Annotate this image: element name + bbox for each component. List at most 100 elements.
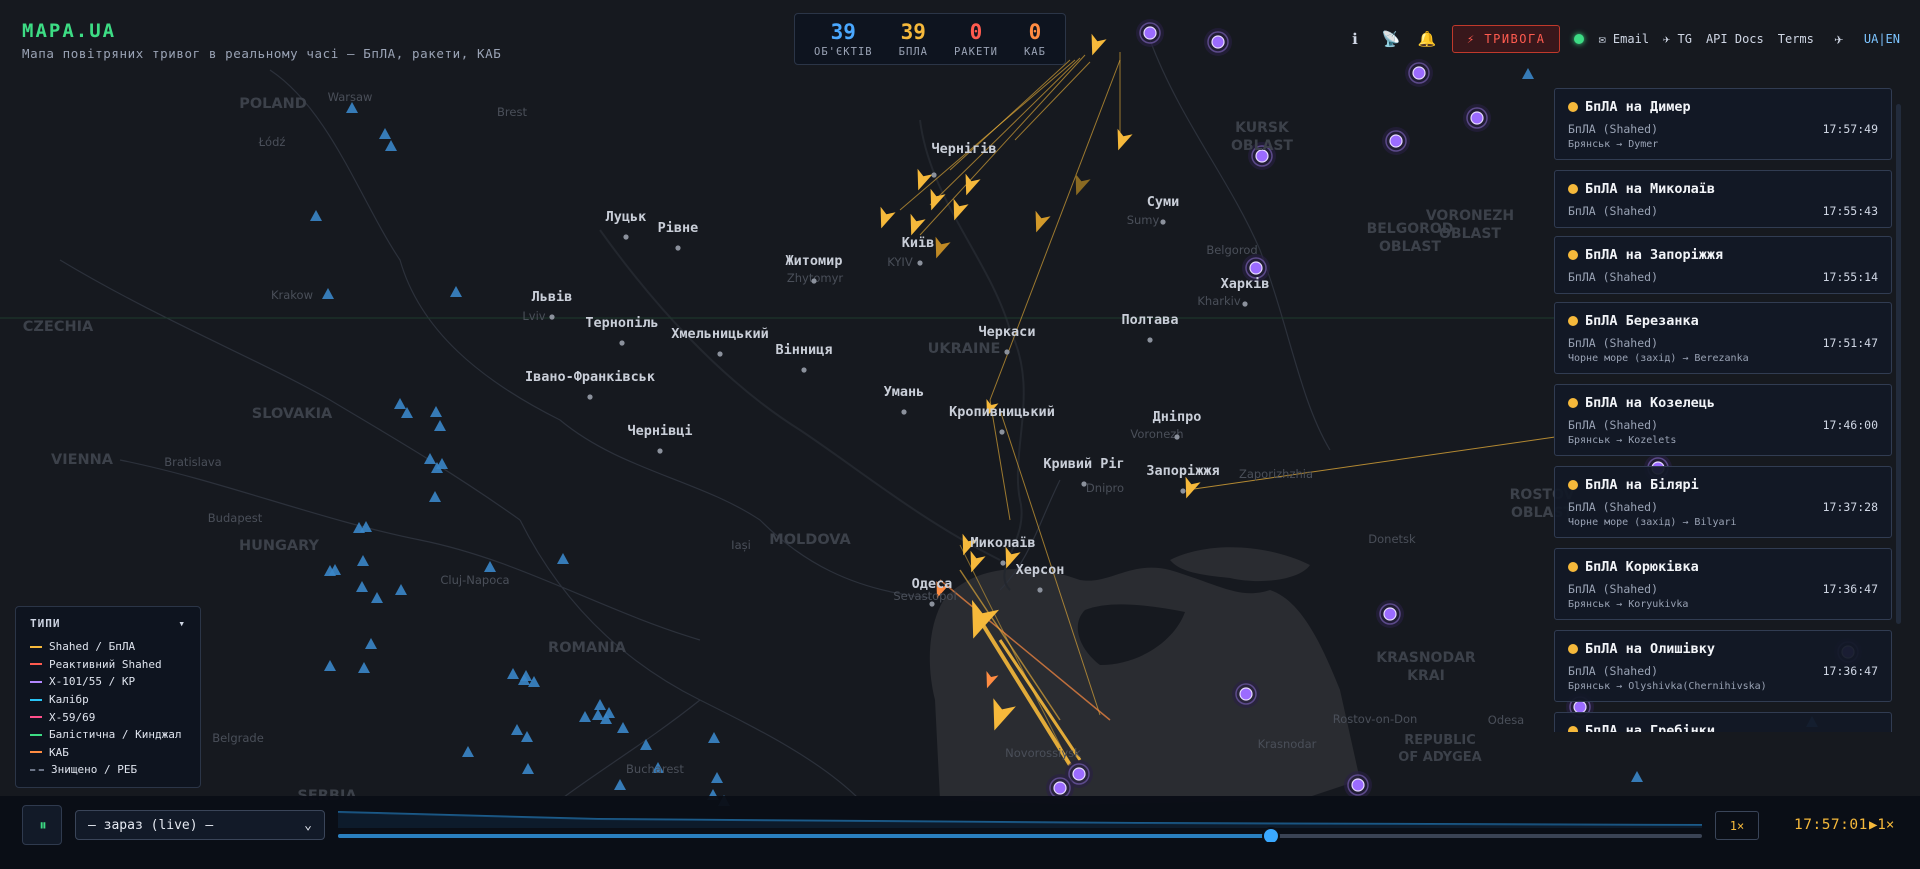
drone-status-dot	[1568, 480, 1578, 490]
place-label: KYIV	[887, 255, 913, 269]
feed-item-route: Чорне море (захід) → Bilyari	[1568, 517, 1737, 528]
city-label: Вінниця	[776, 342, 833, 358]
drone-status-dot	[1568, 644, 1578, 654]
legend-swatch	[30, 716, 42, 719]
email-link[interactable]: ✉ Email	[1598, 32, 1649, 46]
place-label: Belgorod	[1206, 243, 1257, 257]
feed-item[interactable]: БпЛА на Олишівку БпЛА (Shahed) 17:36:47 Б…	[1554, 630, 1892, 702]
legend-item-destroyed: Знищено / РЕБ	[30, 761, 186, 779]
place-label: Łódź	[258, 135, 286, 149]
stat-missiles-value: 0	[969, 19, 983, 44]
city-dot	[623, 234, 629, 240]
legend-item-kalibr: Калібр	[30, 691, 186, 709]
target-marker[interactable]	[1470, 111, 1484, 125]
city-dot	[801, 367, 807, 373]
legend-toggle-icon[interactable]: ▾	[178, 617, 186, 630]
target-marker[interactable]	[1053, 781, 1067, 795]
target-marker[interactable]	[1351, 778, 1365, 792]
city-label: Київ	[902, 235, 935, 251]
drone-status-dot	[1568, 316, 1578, 326]
legend-label: Shahed / БпЛА	[49, 640, 136, 654]
feed-item[interactable]: БпЛА на Димер БпЛА (Shahed) 17:57:49 Брян…	[1554, 88, 1892, 160]
feed-item-type: БпЛА (Shahed)	[1568, 582, 1659, 596]
target-marker[interactable]	[1389, 134, 1403, 148]
language-switch[interactable]: UA|EN	[1864, 32, 1900, 46]
legend-swatch	[30, 751, 42, 754]
legend-swatch	[30, 680, 42, 683]
feed-item[interactable]: БпЛА на Запоріжжя БпЛА (Shahed) 17:55:14	[1554, 236, 1892, 294]
pause-button[interactable]: ⏸	[22, 805, 62, 845]
stat-kab-value: 0	[1028, 19, 1042, 44]
terms-link[interactable]: Terms	[1778, 32, 1814, 46]
city-label: Дніпро	[1153, 409, 1202, 425]
alarm-button[interactable]: ⚡ ТРИВОГА	[1451, 25, 1561, 53]
feed-item-route: Чорне море (захід) → Berezanka	[1568, 353, 1749, 364]
app-title[interactable]: MAPA.UA	[22, 20, 501, 42]
drone-status-dot	[1568, 250, 1578, 260]
city-dot	[1081, 481, 1087, 487]
feed-item-route: Брянськ → Kozelets	[1568, 435, 1677, 446]
target-marker[interactable]	[1383, 607, 1397, 621]
api-docs-link[interactable]: API Docs	[1706, 32, 1764, 46]
event-feed[interactable]: БпЛА на Димер БпЛА (Shahed) 17:57:49 Брян…	[1554, 88, 1892, 732]
city-dot	[1004, 349, 1010, 355]
city-dot	[587, 394, 593, 400]
plane-icon[interactable]: ✈	[1828, 30, 1850, 48]
feed-item[interactable]: БпЛА на Козелець БпЛА (Shahed) 17:46:00 Б…	[1554, 384, 1892, 456]
target-marker[interactable]	[1412, 66, 1426, 80]
place-label: Bucharest	[626, 762, 684, 776]
place-label: Warsaw	[328, 90, 373, 104]
region-label: UKRAINE	[928, 341, 1001, 357]
timeline-slider[interactable]	[338, 808, 1702, 842]
feed-item[interactable]: БпЛА на Гребінки	[1554, 712, 1892, 732]
target-marker[interactable]	[1239, 687, 1253, 701]
feed-item[interactable]: БпЛА на Білярі БпЛА (Shahed) 17:37:28 Чор…	[1554, 466, 1892, 538]
place-label: Cluj-Napoca	[440, 573, 509, 587]
info-icon[interactable]: ℹ	[1344, 30, 1366, 48]
playback-speed-indicator[interactable]: ▶1×	[1869, 817, 1894, 833]
target-marker[interactable]	[1249, 261, 1263, 275]
feed-item-type: БпЛА (Shahed)	[1568, 500, 1659, 514]
app-subtitle: Мапа повітряних тривог в реальному часі …	[22, 46, 502, 61]
feed-item[interactable]: БпЛА на Миколаїв БпЛА (Shahed) 17:55:43	[1554, 170, 1892, 228]
telegram-link[interactable]: ✈ TG	[1663, 32, 1692, 46]
feed-item-time: 17:36:47	[1822, 664, 1878, 678]
chevron-down-icon: ⌄	[304, 817, 312, 833]
city-dot	[619, 340, 625, 346]
radar-icon[interactable]: 📡	[1380, 30, 1402, 48]
brand: MAPA.UA Мапа повітряних тривог в реально…	[22, 20, 501, 61]
speed-button[interactable]: 1×	[1715, 811, 1759, 840]
feed-item[interactable]: БпЛА Корюківка БпЛА (Shahed) 17:36:47 Бря…	[1554, 548, 1892, 620]
place-label: Odesa	[1488, 713, 1524, 727]
legend-label: Реактивний Shahed	[49, 657, 162, 671]
feed-item-type: БпЛА (Shahed)	[1568, 270, 1659, 284]
bell-icon[interactable]: 🔔	[1416, 30, 1438, 48]
feed-item-title: БпЛА на Миколаїв	[1585, 181, 1716, 197]
target-marker[interactable]	[1211, 35, 1225, 49]
target-marker[interactable]	[1143, 26, 1157, 40]
legend-item-jet-shahed: Реактивний Shahed	[30, 656, 186, 674]
stat-objects-value: 39	[830, 19, 856, 44]
region-label: SLOVAKIA	[252, 406, 333, 422]
target-marker[interactable]	[1072, 767, 1086, 781]
feed-item-title: БпЛА на Димер	[1585, 99, 1691, 115]
city-label: Запоріжжя	[1146, 463, 1219, 479]
feed-item-title: БпЛА на Гребінки	[1585, 723, 1716, 732]
feed-item-title: БпЛА на Козелець	[1585, 395, 1716, 411]
feed-item-type: БпЛА (Shahed)	[1568, 204, 1659, 218]
stats-panel: 39 ОБ'ЄКТІВ 39 БПЛА 0 РАКЕТИ 0 КАБ	[794, 13, 1066, 65]
region-label: VIENNA	[51, 452, 114, 468]
feed-item-time: 17:36:47	[1822, 582, 1878, 596]
timeline-handle[interactable]	[1261, 827, 1280, 842]
city-dot	[1180, 488, 1186, 494]
feed-item-title: БпЛА на Білярі	[1585, 477, 1699, 493]
feed-scrollbar[interactable]	[1896, 104, 1901, 624]
feed-item-time: 17:55:14	[1822, 270, 1878, 284]
feed-item-type: БпЛА (Shahed)	[1568, 664, 1659, 678]
time-select[interactable]: — зараз (live) — ⌄	[75, 810, 325, 840]
city-label: Хмельницький	[671, 326, 769, 342]
place-label: Belgrade	[212, 731, 264, 745]
stat-missiles: 0 РАКЕТИ	[954, 21, 998, 58]
legend-panel: ТИПИ ▾ Shahed / БпЛА Реактивний Shahed Х…	[15, 606, 201, 788]
feed-item[interactable]: БпЛА Березанка БпЛА (Shahed) 17:51:47 Чор…	[1554, 302, 1892, 374]
